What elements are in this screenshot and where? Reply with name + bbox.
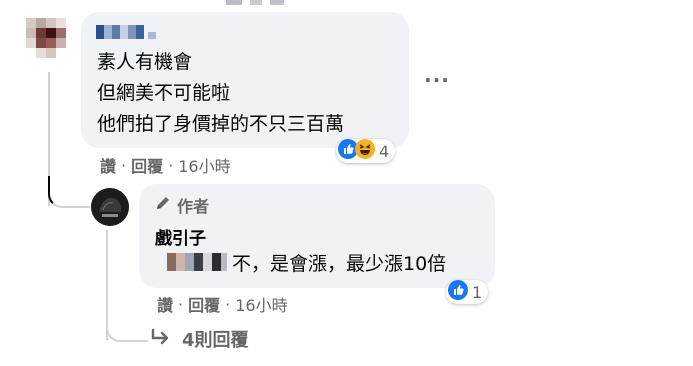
haha-icon (355, 139, 375, 163)
more-replies-label: 4則回覆 (182, 330, 249, 351)
separator: · (225, 294, 231, 314)
reply-connector-curve (106, 312, 148, 342)
like-icon (448, 280, 468, 304)
author-badge-label: 作者 (177, 197, 210, 216)
reply-arrow-icon (150, 328, 172, 351)
reply-button[interactable]: 回覆 (188, 292, 220, 316)
thread-connector-curve (48, 176, 90, 208)
comment-text-line: 他們拍了身價掉的不只三百萬 (97, 113, 345, 135)
reply-actions: 讚 · 回覆 · 16小時 (157, 292, 288, 316)
view-more-replies-button[interactable]: 4則回覆 (150, 326, 249, 352)
obscured-commenter-name (128, 25, 136, 39)
obscured-mention (176, 253, 185, 271)
obscured-mention (167, 253, 176, 271)
obscured-commenter-name (104, 25, 112, 39)
comment-text-line: 素人有機會 (97, 51, 193, 73)
obscured-header-fragment (226, 0, 242, 5)
comment-reactions[interactable]: 4 (336, 139, 396, 163)
comment-text-line: 但網美不可能啦 (97, 82, 231, 104)
obscured-commenter-name (96, 25, 104, 39)
like-button[interactable]: 讚 (157, 292, 173, 316)
separator: · (168, 155, 174, 175)
like-button[interactable]: 讚 (100, 153, 116, 177)
obscured-mention (185, 253, 194, 271)
reaction-count: 1 (472, 282, 483, 302)
author-avatar[interactable] (91, 188, 129, 226)
pixelated-avatar-image (18, 10, 74, 66)
obscured-mention (221, 253, 227, 271)
separator: · (178, 294, 184, 314)
comment-actions: 讚 · 回覆 · 16小時 (100, 153, 231, 177)
reaction-count: 4 (379, 141, 390, 161)
obscured-mention (194, 253, 203, 271)
obscured-mention (212, 253, 221, 271)
author-avatar-image (91, 188, 129, 226)
reply-reactions[interactable]: 1 (446, 280, 489, 304)
obscured-mention (203, 253, 212, 271)
more-dots-icon: ··· (424, 68, 450, 92)
reply-timestamp[interactable]: 16小時 (235, 292, 287, 316)
reply-text: 不，是會漲，最少漲10倍 (232, 253, 447, 275)
more-options-button[interactable]: ··· (424, 67, 450, 93)
obscured-header-fragment (270, 0, 284, 5)
pencil-icon (155, 195, 171, 215)
reply-button[interactable]: 回覆 (131, 153, 163, 177)
author-badge: 作者 (155, 193, 209, 217)
obscured-commenter-name (120, 25, 128, 39)
obscured-commenter-name (136, 25, 144, 39)
obscured-header-fragment (250, 0, 262, 5)
obscured-commenter-name (112, 25, 120, 39)
commenter-avatar[interactable] (18, 10, 74, 66)
comment-timestamp[interactable]: 16小時 (178, 153, 230, 177)
obscured-commenter-name (148, 32, 156, 39)
reply-author-name[interactable]: 戲引子 (155, 224, 206, 249)
separator: · (121, 155, 127, 175)
